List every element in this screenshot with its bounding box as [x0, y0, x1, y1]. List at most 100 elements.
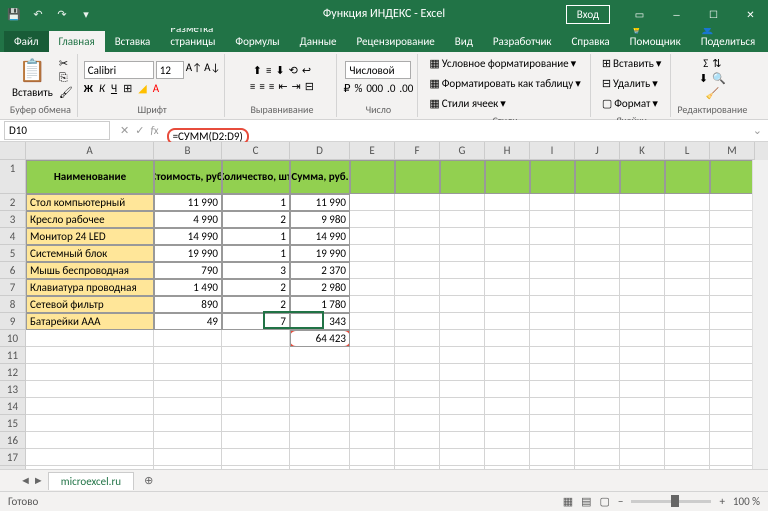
cell[interactable]: 1	[222, 194, 290, 211]
cell[interactable]	[575, 228, 620, 245]
bold-icon[interactable]: Ж	[84, 82, 93, 95]
tab-file[interactable]: Файл	[4, 31, 49, 52]
row-header-8[interactable]: 8	[0, 296, 26, 313]
cells-area[interactable]: НаименованиеСтоимость, руб.Количество, ш…	[26, 160, 768, 469]
cell[interactable]	[222, 432, 290, 449]
cell[interactable]	[154, 466, 222, 469]
cell[interactable]	[710, 228, 755, 245]
merge-icon[interactable]: ⊟	[305, 80, 314, 93]
cell[interactable]	[350, 432, 395, 449]
cell[interactable]	[395, 296, 440, 313]
cell[interactable]	[290, 347, 350, 364]
cell[interactable]	[620, 228, 665, 245]
col-header-H[interactable]: H	[485, 142, 530, 160]
tab-home[interactable]: Главная	[49, 31, 105, 52]
row-header-16[interactable]: 16	[0, 432, 26, 449]
cell[interactable]	[222, 330, 290, 347]
row-header-9[interactable]: 9	[0, 313, 26, 330]
cell[interactable]	[530, 262, 575, 279]
fill-icon[interactable]: ◢	[138, 82, 146, 95]
cell[interactable]	[710, 279, 755, 296]
cell[interactable]	[290, 415, 350, 432]
cell[interactable]	[665, 466, 710, 469]
cell[interactable]: 11 990	[154, 194, 222, 211]
cell[interactable]	[395, 364, 440, 381]
cell[interactable]	[350, 228, 395, 245]
cell[interactable]	[222, 398, 290, 415]
align-mid-icon[interactable]: ≡	[266, 64, 271, 77]
row-header-6[interactable]: 6	[0, 262, 26, 279]
cell[interactable]	[395, 415, 440, 432]
cell[interactable]	[350, 262, 395, 279]
cell[interactable]	[575, 245, 620, 262]
redo-icon[interactable]: ↷	[54, 6, 70, 22]
cell[interactable]	[350, 211, 395, 228]
cell[interactable]	[350, 398, 395, 415]
cell[interactable]	[530, 347, 575, 364]
cell[interactable]	[620, 347, 665, 364]
cell[interactable]	[620, 194, 665, 211]
cell[interactable]	[620, 313, 665, 330]
cell[interactable]: 4 990	[154, 211, 222, 228]
cell[interactable]	[530, 211, 575, 228]
cell[interactable]	[665, 262, 710, 279]
cell[interactable]	[530, 466, 575, 469]
cell[interactable]: 1	[222, 228, 290, 245]
cell[interactable]	[710, 347, 755, 364]
cell[interactable]	[530, 279, 575, 296]
cell[interactable]	[485, 398, 530, 415]
cell[interactable]	[222, 381, 290, 398]
cell[interactable]	[440, 449, 485, 466]
cell[interactable]: Сетевой фильтр	[26, 296, 154, 313]
name-box[interactable]	[4, 121, 110, 140]
insert-cells-button[interactable]: ⊞ Вставить ▾	[597, 54, 667, 73]
font-size-select[interactable]	[156, 61, 184, 79]
cell[interactable]	[395, 330, 440, 347]
align-left-icon[interactable]: ≡	[250, 80, 255, 93]
tab-developer[interactable]: Разработчик	[483, 31, 562, 52]
cell[interactable]	[665, 381, 710, 398]
formatpainter-icon[interactable]: 🖌	[59, 86, 73, 99]
cell[interactable]: 790	[154, 262, 222, 279]
cell[interactable]: 1	[222, 245, 290, 262]
cell[interactable]	[485, 228, 530, 245]
underline-icon[interactable]: Ч	[111, 82, 117, 95]
add-sheet-icon[interactable]: ⊕	[138, 472, 159, 489]
cell[interactable]	[440, 415, 485, 432]
cell[interactable]	[350, 415, 395, 432]
formula-input[interactable]: =СУММ(D2:D9)	[165, 129, 747, 133]
cell[interactable]	[350, 194, 395, 211]
cell[interactable]: Монитор 24 LED	[26, 228, 154, 245]
cell[interactable]	[485, 279, 530, 296]
row-header-4[interactable]: 4	[0, 228, 26, 245]
cell[interactable]: 14 990	[290, 228, 350, 245]
cell[interactable]	[620, 432, 665, 449]
cell[interactable]	[710, 415, 755, 432]
cell[interactable]	[710, 432, 755, 449]
tab-data[interactable]: Данные	[290, 31, 347, 52]
cell[interactable]	[575, 466, 620, 469]
cell[interactable]	[530, 398, 575, 415]
row-header-7[interactable]: 7	[0, 279, 26, 296]
number-format-select[interactable]	[345, 61, 411, 79]
cell[interactable]	[26, 330, 154, 347]
select-all-corner[interactable]	[0, 142, 26, 160]
cell[interactable]	[485, 466, 530, 469]
view-layout-icon[interactable]: ▤	[581, 495, 591, 508]
sheet-tab[interactable]: microexcel.ru	[48, 472, 134, 490]
cell[interactable]	[395, 245, 440, 262]
cell[interactable]	[395, 381, 440, 398]
cell[interactable]: 2	[222, 279, 290, 296]
cell[interactable]	[665, 313, 710, 330]
cell[interactable]	[350, 313, 395, 330]
cell[interactable]: Сумма, руб.	[290, 160, 350, 194]
col-header-C[interactable]: C	[222, 142, 290, 160]
cell[interactable]	[530, 381, 575, 398]
cell[interactable]	[440, 262, 485, 279]
col-header-A[interactable]: A	[26, 142, 154, 160]
cell[interactable]: 2 370	[290, 262, 350, 279]
cell[interactable]	[154, 398, 222, 415]
cell[interactable]	[485, 211, 530, 228]
cell[interactable]	[154, 381, 222, 398]
cell[interactable]	[710, 245, 755, 262]
